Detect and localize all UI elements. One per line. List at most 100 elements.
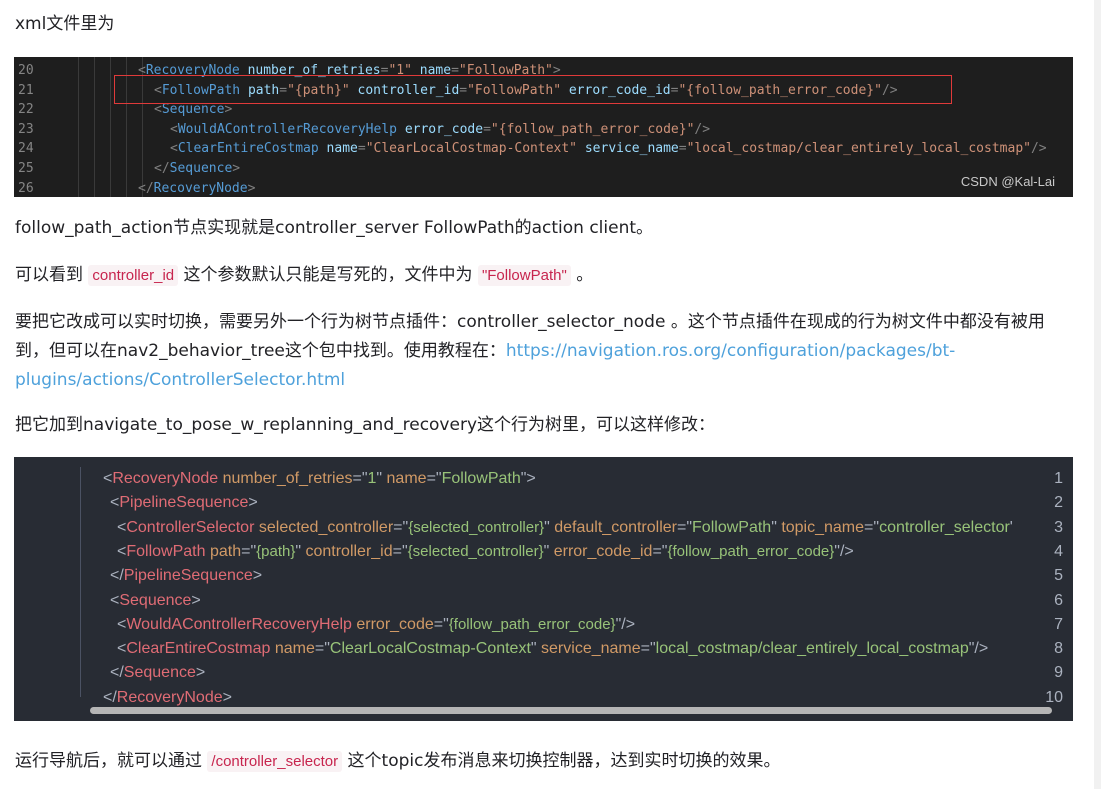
code-token: WouldAControllerRecoveryHelp bbox=[177, 121, 397, 137]
tutorial-link[interactable]: https://navigation.ros.org/configuration… bbox=[506, 341, 955, 361]
code-line: <ControllerSelector selected_controller=… bbox=[117, 516, 1013, 540]
code-token: </ bbox=[138, 180, 154, 196]
code-token: /> bbox=[694, 121, 711, 137]
code-token: {selected_controller} bbox=[407, 542, 544, 560]
screenshot-code-line: </RecoveryNode> bbox=[138, 179, 255, 197]
highlight-box bbox=[114, 75, 952, 104]
code-token: =" bbox=[314, 640, 330, 658]
inline-code-followpath: "FollowPath" bbox=[477, 265, 571, 286]
code-token: Sequence bbox=[169, 161, 233, 176]
paragraph-selector-line2: 到，但可以在nav2_behavior_tree这个包中找到。使用教程在：htt… bbox=[15, 337, 955, 366]
screenshot-line-number: 22 bbox=[18, 102, 34, 118]
text: 可以看到 bbox=[15, 265, 89, 285]
code-token: > bbox=[232, 161, 241, 176]
inline-code-controller-id: controller_id bbox=[88, 265, 179, 286]
line-number: 9 bbox=[1054, 664, 1063, 682]
code-token: " bbox=[530, 640, 542, 658]
code-token: "ClearLocalCostmap-Context" bbox=[365, 141, 578, 157]
code-token: > bbox=[247, 180, 256, 196]
code-token: = bbox=[357, 141, 366, 157]
code-token: FollowPath bbox=[692, 518, 772, 536]
code-token: "{follow_path_error_code}" bbox=[490, 121, 695, 137]
code-token: > bbox=[222, 688, 232, 706]
line-number: 2 bbox=[1054, 494, 1063, 512]
text: 这个topic发布消息来切换控制器，达到实时切换的效果。 bbox=[342, 751, 781, 771]
paragraph-run: 运行导航后，就可以通过 /controller_selector 这个topic… bbox=[15, 747, 780, 776]
page-scrollbar[interactable] bbox=[1094, 0, 1101, 789]
code-token: " bbox=[544, 518, 555, 536]
line-number: 7 bbox=[1054, 615, 1063, 633]
code-token: {follow_path_error_code} bbox=[667, 542, 835, 560]
code-token: =" bbox=[864, 518, 880, 536]
code-token: < bbox=[117, 615, 127, 633]
paragraph-followpath: follow_path_action节点实现就是controller_serve… bbox=[15, 218, 654, 238]
code-line: <PipelineSequence> bbox=[110, 491, 258, 515]
line-number: 4 bbox=[1054, 542, 1063, 560]
code-token: </ bbox=[154, 161, 170, 176]
code-token: name bbox=[326, 141, 358, 157]
code-token: FollowPath bbox=[441, 470, 521, 487]
line-number: 5 bbox=[1054, 567, 1063, 585]
code-token: > bbox=[248, 494, 258, 512]
code-token: =" bbox=[677, 518, 693, 536]
code-token: </ bbox=[110, 664, 124, 682]
code-token: ClearEntireCostmap bbox=[177, 141, 319, 157]
tutorial-link-cont[interactable]: plugins/actions/ControllerSelector.html bbox=[15, 370, 345, 390]
screenshot-code-line: <ClearEntireCostmap name="ClearLocalCost… bbox=[170, 139, 1047, 159]
code-token: < bbox=[170, 121, 178, 137]
code-token: ' bbox=[1009, 518, 1013, 536]
screenshot-line-number: 25 bbox=[18, 161, 34, 176]
code-token: =" bbox=[241, 542, 257, 560]
line-number: 1 bbox=[1054, 470, 1063, 487]
code-token: "/> bbox=[615, 615, 636, 633]
code-token: path bbox=[209, 542, 242, 560]
code-line: <RecoveryNode number_of_retries="1" name… bbox=[103, 467, 536, 491]
code-token: RecoveryNode bbox=[116, 688, 223, 706]
line-number: 6 bbox=[1054, 591, 1063, 609]
code-token: "local_costmap/clear_entirely_local_cost… bbox=[686, 141, 1031, 157]
paragraph-selector-line1: 要把它改成可以实时切换，需要另外一个行为树节点插件：controller_sel… bbox=[15, 312, 1045, 332]
code-token: RecoveryNode bbox=[112, 470, 219, 487]
code-token: service_name bbox=[541, 640, 641, 658]
horizontal-scrollbar[interactable] bbox=[90, 707, 1052, 714]
code-token: {follow_path_error_code} bbox=[448, 615, 616, 633]
code-token: < bbox=[170, 141, 178, 157]
code-token: =" bbox=[640, 640, 656, 658]
code-token: < bbox=[117, 640, 127, 658]
code-token: RecoveryNode bbox=[153, 180, 248, 196]
code-token: > bbox=[195, 664, 206, 682]
code-token: "> bbox=[520, 470, 536, 487]
code-token: ClearLocalCostmap-Context bbox=[329, 640, 531, 658]
screenshot-line-number: 21 bbox=[18, 82, 34, 98]
code-token: local_costmap/clear_entirely_local_costm… bbox=[655, 640, 969, 658]
code-token: name bbox=[386, 470, 427, 487]
code-token: =" bbox=[433, 615, 449, 633]
paragraph-controller-id: 可以看到 controller_id 这个参数默认只能是写死的，文件中为 "Fo… bbox=[15, 261, 593, 290]
code-token: " bbox=[295, 542, 306, 560]
screenshot-code-line: </Sequence> bbox=[154, 159, 240, 179]
code-token: "/> bbox=[968, 640, 989, 658]
line-number-gutter bbox=[14, 457, 80, 721]
code-token: </ bbox=[103, 688, 117, 706]
paragraph-intro: xml文件里为 bbox=[15, 14, 115, 34]
code-token: error_code bbox=[404, 121, 484, 137]
screenshot-line-number: 20 bbox=[18, 63, 34, 78]
code-token: "/> bbox=[834, 542, 854, 560]
code-line: </Sequence> bbox=[110, 661, 205, 685]
code-token: Sequence bbox=[119, 591, 192, 609]
code-token: {path} bbox=[256, 542, 296, 560]
code-token: Sequence bbox=[123, 664, 196, 682]
code-token: WouldAControllerRecoveryHelp bbox=[126, 615, 352, 633]
paragraph-add-to-tree: 把它加到navigate_to_pose_w_replanning_and_re… bbox=[15, 415, 716, 435]
code-token: =" bbox=[393, 518, 409, 536]
line-number: 8 bbox=[1054, 640, 1063, 658]
code-token: {selected_controller} bbox=[408, 518, 545, 536]
text: 运行导航后，就可以通过 bbox=[15, 751, 208, 771]
code-token: " bbox=[376, 470, 387, 487]
screenshot-line-number: 26 bbox=[18, 180, 34, 196]
watermark: CSDN @Kal-Lai bbox=[960, 174, 1055, 189]
text: 到，但可以在nav2_behavior_tree这个包中找到。使用教程在： bbox=[15, 341, 506, 361]
